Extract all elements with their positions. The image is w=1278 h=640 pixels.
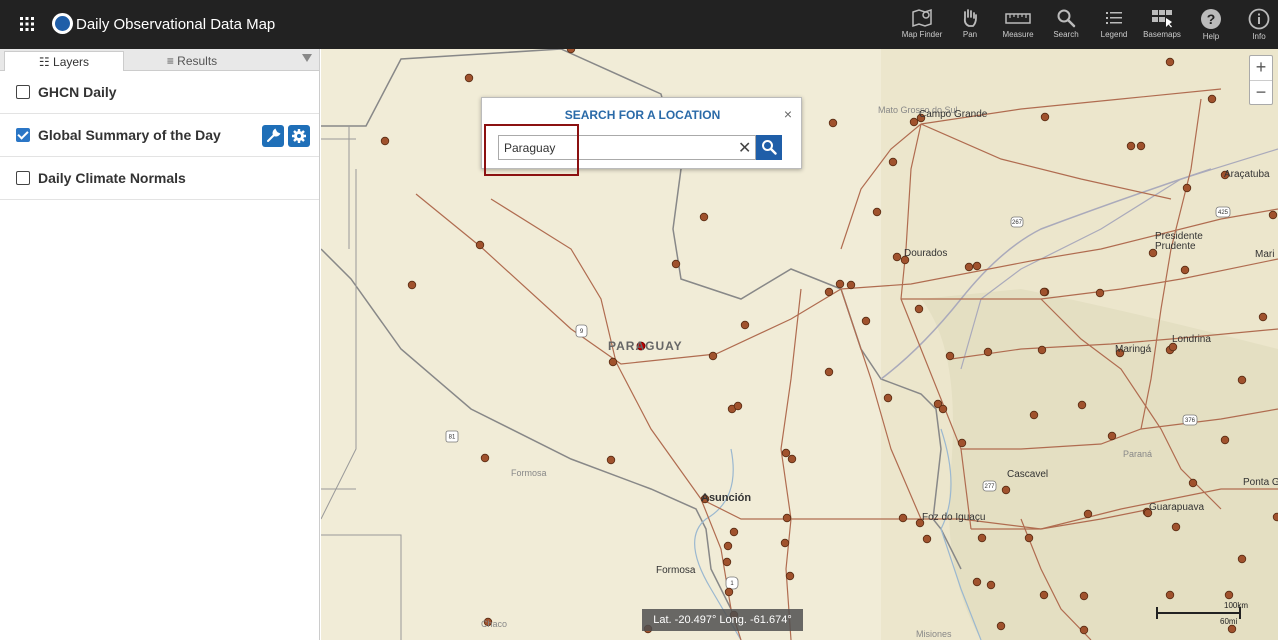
app-title: Daily Observational Data Map (76, 16, 276, 33)
close-icon[interactable]: × (784, 106, 792, 122)
list-icon: ≡ (166, 54, 174, 68)
label-chaco: Chaco (481, 619, 508, 629)
coordinates-readout: Lat. -20.497° Long. -61.674° (642, 609, 803, 631)
layer-name: Global Summary of the Day (38, 127, 221, 143)
map-finder-button[interactable]: Map Finder (898, 6, 946, 46)
label-asuncion: Asunción (701, 492, 752, 504)
help-icon: ? (1201, 9, 1221, 29)
ruler-icon (1005, 13, 1031, 24)
search-icon (762, 140, 777, 155)
layer-name: GHCN Daily (38, 84, 117, 100)
pan-button[interactable]: Pan (946, 6, 994, 46)
search-tool-label: Search (1053, 30, 1079, 39)
layer-checkbox[interactable] (16, 128, 30, 142)
label-ponta: Ponta G (1243, 477, 1278, 488)
label-formosa-province: Formosa (511, 468, 547, 478)
measure-label: Measure (1002, 30, 1034, 39)
road-shield-label: 425 (1218, 210, 1229, 216)
label-foz-do-iguacu: Foz do Iguaçu (922, 512, 986, 523)
scale-bar: 100km 60mi (1156, 601, 1256, 631)
label-parana: Paraná (1123, 449, 1153, 459)
zoom-control: + − (1249, 55, 1273, 105)
label-presidente-prudente: Presidente Prudente (1155, 231, 1203, 252)
label-guarapuava: Guarapuava (1149, 502, 1205, 513)
noaa-logo (52, 13, 73, 34)
label-formosa-city: Formosa (656, 565, 696, 576)
layer-daily-climate-normals: Daily Climate Normals (0, 157, 319, 200)
tab-layers-label: Layers (53, 55, 90, 69)
legend-label: Legend (1100, 30, 1128, 39)
help-button[interactable]: ? Help (1187, 6, 1235, 46)
scale-km-label: 100km (1224, 601, 1249, 610)
scale-mi-label: 60mi (1220, 617, 1238, 626)
zoom-out-button[interactable]: − (1250, 80, 1272, 104)
layer-checkbox[interactable] (16, 85, 30, 99)
road-shield-label: 81 (449, 435, 456, 441)
basemaps-button[interactable]: Basemaps (1138, 6, 1186, 46)
gear-icon (292, 129, 306, 143)
chevron-down-icon[interactable] (302, 54, 312, 62)
map-finder-icon (912, 8, 932, 28)
tab-layers[interactable]: ☷ Layers (4, 51, 124, 71)
layer-global-summary: Global Summary of the Day (0, 114, 319, 157)
scale-line (1156, 612, 1241, 614)
road-shield-label: 376 (1185, 418, 1196, 424)
pan-label: Pan (962, 30, 978, 39)
scale-tick-left (1156, 607, 1158, 619)
sidebar-tabs: ☷ Layers ≡ Results (0, 49, 319, 71)
zoom-in-button[interactable]: + (1250, 56, 1272, 80)
road-shield-label: 277 (984, 484, 995, 490)
info-button[interactable]: Info (1235, 6, 1278, 46)
layer-name: Daily Climate Normals (38, 170, 186, 186)
top-bar: Daily Observational Data Map Map Finder … (0, 0, 1278, 49)
tab-results[interactable]: ≡ Results (132, 51, 252, 71)
layer-settings-button[interactable] (288, 125, 310, 147)
wrench-icon (267, 128, 281, 142)
search-icon (1057, 9, 1076, 28)
input-highlight-box (484, 124, 579, 176)
basemaps-icon (1152, 10, 1172, 28)
search-tool-button[interactable]: Search (1042, 6, 1090, 46)
layer-checkbox[interactable] (16, 171, 30, 185)
search-submit-button[interactable] (756, 135, 782, 160)
search-dialog-title: SEARCH FOR A LOCATION (564, 108, 721, 122)
layers-icon: ☷ (38, 55, 50, 69)
label-paraguay: PARAGUAY (608, 339, 683, 353)
layer-tools-button[interactable] (262, 125, 284, 147)
info-icon (1248, 8, 1270, 30)
label-campo-grande: Campo Grande (919, 109, 988, 120)
help-label: Help (1202, 32, 1220, 41)
label-misiones: Misiones (916, 629, 952, 639)
sidebar: ☷ Layers ≡ Results GHCN Daily Global Sum… (0, 49, 320, 640)
label-londrina: Londrina (1172, 334, 1211, 345)
layer-ghcn-daily: GHCN Daily (0, 71, 319, 114)
clear-input-icon[interactable]: ✕ (738, 138, 751, 158)
apps-grid-icon[interactable] (18, 15, 36, 33)
map-finder-label: Map Finder (901, 30, 943, 39)
svg-text:?: ? (1207, 11, 1216, 27)
list-icon (1106, 12, 1122, 24)
label-maringa: Maringá (1115, 344, 1152, 355)
info-label: Info (1252, 32, 1266, 41)
basemaps-label: Basemaps (1143, 30, 1181, 39)
label-mari: Mari (1255, 249, 1275, 260)
label-aracatuba: Araçatuba (1224, 169, 1270, 180)
label-cascavel: Cascavel (1007, 469, 1049, 480)
measure-button[interactable]: Measure (994, 6, 1042, 46)
map-canvas[interactable]: 9 81 1 267 425 376 277 Mato Grosso do Sul Camp… (321, 49, 1278, 640)
road-shield-label: 267 (1012, 220, 1023, 226)
tab-results-label: Results (177, 54, 218, 68)
legend-button[interactable]: Legend (1090, 6, 1138, 46)
label-dourados: Dourados (904, 248, 948, 259)
hand-icon (963, 9, 977, 27)
